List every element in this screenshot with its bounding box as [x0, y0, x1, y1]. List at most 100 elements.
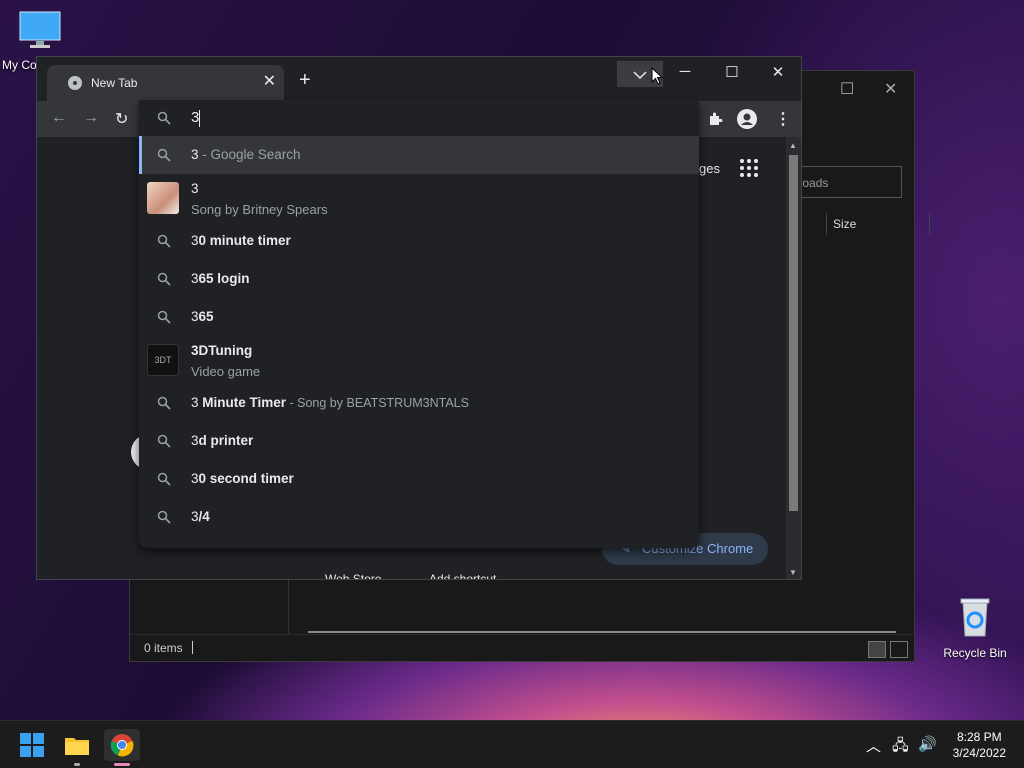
suggestion-entity-3dtuning[interactable]: 3DT 3DTuning Video game	[139, 336, 699, 384]
kebab-menu-icon[interactable]: ⋮	[775, 109, 791, 129]
search-icon	[157, 472, 171, 486]
explorer-status-bar: 0 items	[130, 634, 914, 661]
suggestion-lead: 3	[191, 343, 199, 358]
chevron-up-icon[interactable]: ︿	[866, 735, 881, 756]
omnibox-dropdown: 3 3 - Google Search 3 Song by Britney Sp…	[139, 100, 699, 548]
images-link[interactable]: ges	[699, 161, 720, 176]
suggestion-text: 65 login	[198, 271, 250, 286]
search-icon	[157, 434, 171, 448]
suggestion-lead: 3	[191, 471, 199, 486]
chevron-down-icon	[633, 71, 647, 80]
scrollbar-thumb[interactable]	[789, 155, 798, 511]
suggestion-3-4[interactable]: 3/4	[139, 498, 699, 536]
scroll-up-arrow-icon[interactable]: ▲	[789, 141, 797, 150]
search-icon	[157, 310, 171, 324]
page-scrollbar[interactable]: ▲ ▼	[786, 137, 801, 579]
clock-date: 3/24/2022	[952, 746, 1006, 760]
taskbar: ︿ 🖧 🔊 8:28 PM 3/24/2022	[0, 720, 1024, 768]
suggestion-subtext: - Song by BEATSTRUM3NTALS	[286, 396, 469, 410]
suggestion-text: 65	[198, 309, 214, 324]
explorer-close-icon[interactable]: ✕	[884, 79, 897, 99]
shortcut-web-store[interactable]: Web Store	[325, 572, 381, 579]
tab-close-icon[interactable]: ✕	[263, 73, 276, 91]
britney-spears-thumbnail	[147, 182, 179, 214]
my-computer-desktop-icon[interactable]: My Co	[2, 10, 72, 72]
tab-search-button[interactable]	[617, 61, 663, 87]
search-icon	[157, 234, 171, 248]
reload-icon[interactable]: ↻	[115, 109, 128, 129]
network-icon[interactable]: 🖧	[892, 735, 909, 760]
explorer-maximize-icon[interactable]: ☐	[840, 79, 854, 99]
start-button[interactable]	[16, 729, 48, 761]
chrome-taskbar-button[interactable]	[104, 729, 140, 766]
search-icon	[157, 148, 171, 162]
tab-title: New Tab	[91, 76, 138, 90]
profile-avatar-icon[interactable]	[737, 109, 757, 129]
explorer-search-box[interactable]: nloads	[792, 166, 902, 198]
running-indicator	[74, 763, 80, 766]
google-apps-grid-icon[interactable]	[740, 159, 760, 179]
extensions-puzzle-icon[interactable]	[707, 111, 723, 127]
suggestion-3-minute-timer-song[interactable]: 3 Minute Timer - Song by BEATSTRUM3NTALS	[139, 384, 699, 422]
suggestion-text: Minute Timer	[198, 395, 287, 410]
search-icon	[157, 396, 171, 410]
search-icon	[157, 272, 171, 286]
recycle-bin-label: Recycle Bin	[943, 646, 1007, 660]
details-view-button[interactable]	[868, 641, 886, 658]
suggestion-30-minute-timer[interactable]: 30 minute timer	[139, 222, 699, 260]
suggestion-text: 0 second timer	[198, 471, 294, 486]
suggestion-text: 0 minute timer	[198, 233, 291, 248]
suggestion-lead: 3	[191, 271, 199, 286]
mouse-cursor-icon	[651, 67, 663, 85]
recycle-bin-icon	[960, 598, 990, 637]
item-count: 0 items	[144, 641, 183, 655]
monitor-icon	[19, 11, 61, 48]
search-icon	[157, 510, 171, 524]
text-cursor	[199, 110, 200, 127]
recycle-bin-desktop-icon[interactable]: Recycle Bin	[940, 596, 1010, 660]
suggestion-text: /4	[198, 509, 210, 524]
new-tab-plus-icon[interactable]: +	[299, 69, 311, 92]
suggestion-3d-printer[interactable]: 3d printer	[139, 422, 699, 460]
my-computer-label: My Co	[2, 58, 37, 72]
status-divider	[192, 641, 193, 654]
nav-pane-divider	[288, 577, 289, 639]
suggestion-lead: 3	[191, 395, 199, 410]
suggestion-365-login[interactable]: 365 login	[139, 260, 699, 298]
windows-logo-icon	[20, 733, 44, 757]
back-arrow-icon[interactable]: ←	[51, 109, 67, 127]
column-header-size[interactable]: Size	[826, 213, 932, 235]
suggestion-entity-britney[interactable]: 3 Song by Britney Spears	[139, 174, 699, 222]
suggestion-365[interactable]: 365	[139, 298, 699, 336]
file-explorer-taskbar-button[interactable]	[61, 729, 93, 766]
active-indicator	[114, 763, 130, 766]
volume-icon[interactable]: 🔊	[918, 735, 937, 753]
chrome-favicon-icon	[68, 76, 82, 90]
suggestion-lead: 3	[191, 233, 199, 248]
forward-arrow-icon[interactable]: →	[83, 109, 99, 127]
minimize-icon[interactable]: ─	[667, 63, 703, 80]
chrome-window[interactable]: New Tab ✕ + ─ ☐ ✕ ← → ↻ ⋮ ges ✎ Customiz…	[36, 56, 802, 580]
close-window-icon[interactable]: ✕	[760, 63, 796, 81]
suggestion-text: 3	[191, 147, 199, 162]
suggestion-google-search[interactable]: 3 - Google Search	[139, 136, 699, 174]
folder-icon	[65, 738, 89, 755]
suggestion-lead: 3	[191, 309, 199, 324]
search-icon	[157, 111, 171, 125]
clock-time: 8:28 PM	[956, 730, 1002, 744]
system-clock[interactable]: 8:28 PM 3/24/2022	[953, 729, 1006, 761]
suggestion-subtext: Video game	[191, 364, 261, 379]
tab-new-tab[interactable]: New Tab ✕	[47, 65, 284, 101]
suggestion-subtext: - Google Search	[198, 147, 301, 162]
large-icons-view-button[interactable]	[890, 641, 908, 658]
scroll-down-arrow-icon[interactable]: ▼	[789, 568, 797, 577]
suggestion-lead: 3	[191, 509, 199, 524]
suggestion-text: d printer	[198, 433, 254, 448]
omnibox-input[interactable]: 3	[139, 100, 699, 135]
3dtuning-thumbnail: 3DT	[147, 344, 179, 376]
chrome-logo-icon	[110, 734, 134, 757]
shortcut-add[interactable]: Add shortcut	[429, 572, 496, 579]
horizontal-scrollbar[interactable]	[308, 631, 896, 633]
suggestion-30-second-timer[interactable]: 30 second timer	[139, 460, 699, 498]
maximize-icon[interactable]: ☐	[714, 63, 750, 81]
